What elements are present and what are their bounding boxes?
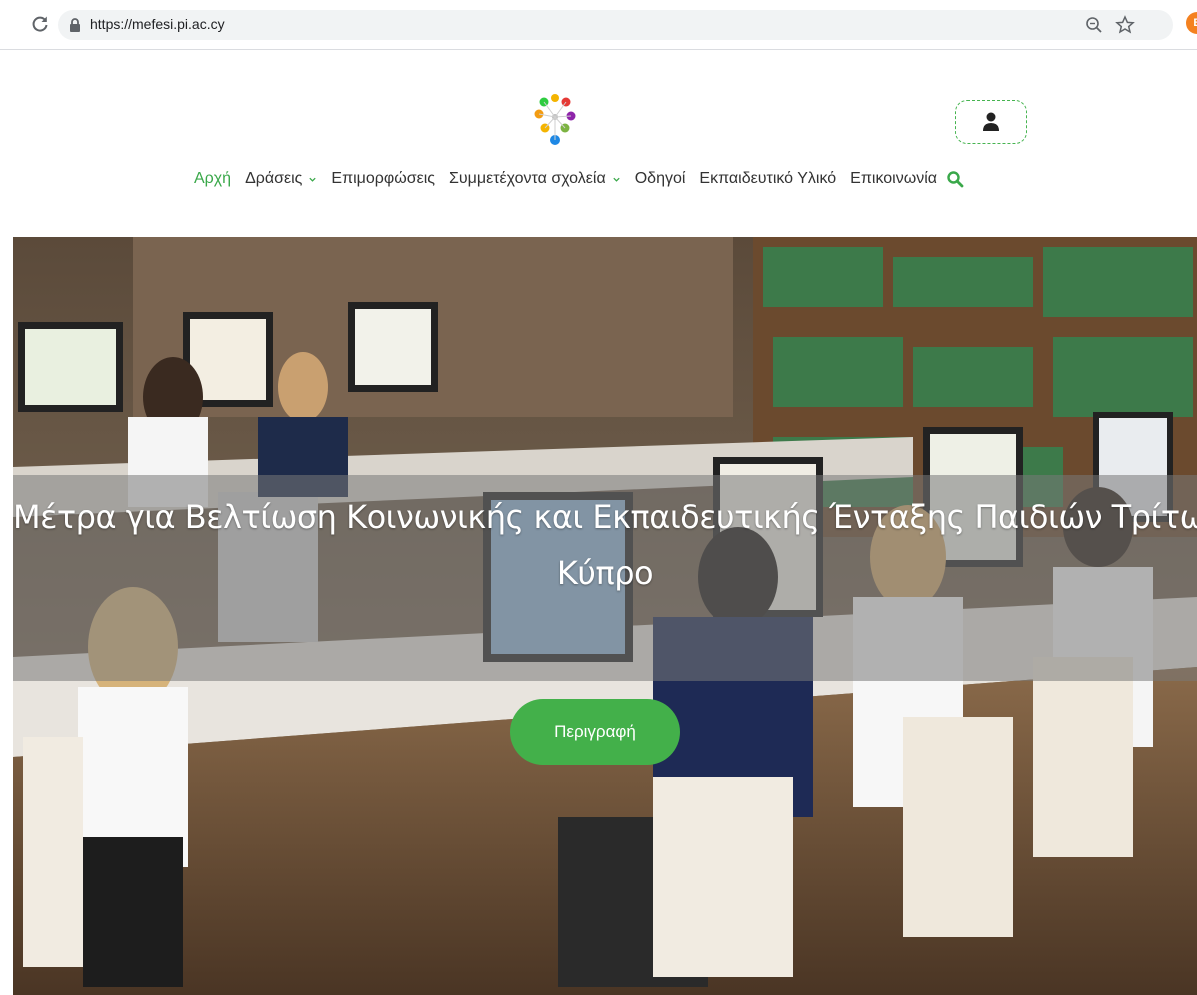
hero-title: Μέτρα για Βελτίωση Κοινωνικής και Εκπαιδ… [13, 489, 1197, 601]
chevron-down-icon [309, 177, 317, 182]
nav-item-contact[interactable]: Επικοινωνία [843, 164, 944, 194]
browser-toolbar: https://mefesi.pi.ac.cy E [0, 0, 1197, 50]
nav-item-guides[interactable]: Οδηγοί [628, 164, 693, 194]
site-logo[interactable] [530, 90, 580, 150]
nav-item-trainings[interactable]: Επιμορφώσεις [324, 164, 442, 194]
nav-item-label: Δράσεις [245, 170, 303, 187]
nav-item-actions[interactable]: Δράσεις [238, 164, 324, 194]
chevron-down-icon [613, 177, 620, 182]
zoom-icon[interactable] [1085, 16, 1103, 34]
search-icon[interactable] [946, 170, 964, 188]
nav-list: Αρχή Δράσεις Επιμορφώσεις Συμμετέχοντα σ… [187, 164, 964, 194]
lock-icon [70, 18, 80, 32]
nav-item-label: Εκπαιδευτικό Υλικό [699, 170, 837, 187]
user-icon [983, 112, 999, 131]
description-button[interactable]: Περιγραφή [510, 699, 680, 765]
url-text: https://mefesi.pi.ac.cy [90, 16, 225, 32]
reload-icon [32, 16, 48, 32]
star-icon[interactable] [1115, 15, 1135, 35]
nav-item-label: Επικοινωνία [850, 170, 937, 187]
hero-banner: Μέτρα για Βελτίωση Κοινωνικής και Εκπαιδ… [13, 237, 1197, 995]
nav-item-label: Αρχή [194, 170, 232, 187]
nav-item-label: Επιμορφώσεις [331, 170, 436, 187]
nav-item-schools[interactable]: Συμμετέχοντα σχολεία [442, 164, 628, 194]
reload-button[interactable] [28, 12, 52, 36]
hero-title-line-1: Μέτρα για Βελτίωση Κοινωνικής και Εκπαιδ… [13, 498, 1197, 536]
profile-avatar[interactable]: E [1186, 12, 1197, 34]
user-account-button[interactable] [955, 100, 1027, 144]
address-bar[interactable]: https://mefesi.pi.ac.cy [58, 10, 1173, 40]
nav-item-label: Οδηγοί [634, 170, 686, 187]
hero-title-line-2: Κύπρο [556, 554, 654, 592]
nav-item-label: Συμμετέχοντα σχολεία [449, 170, 606, 187]
nav-item-home[interactable]: Αρχή [187, 164, 238, 194]
main-navigation: Αρχή Δράσεις Επιμορφώσεις Συμμετέχοντα σ… [0, 164, 1197, 194]
nav-item-materials[interactable]: Εκπαιδευτικό Υλικό [692, 164, 843, 194]
